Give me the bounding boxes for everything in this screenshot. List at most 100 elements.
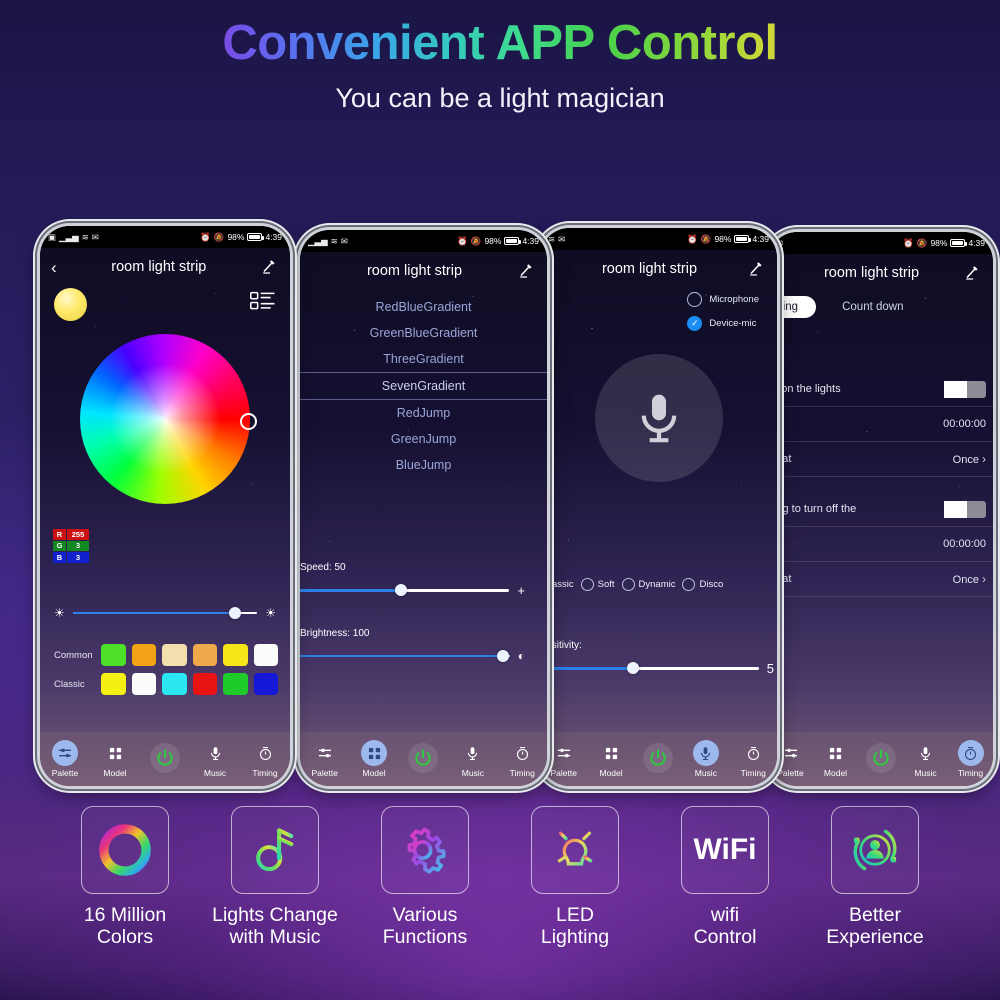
signal-icon: ▁▃▅ <box>59 231 79 242</box>
row-value: Once <box>952 454 979 466</box>
swatch[interactable] <box>223 673 248 695</box>
swatch[interactable] <box>162 644 187 666</box>
app-bar: room light strip <box>540 250 777 288</box>
mode-item[interactable]: GreenJump <box>300 426 547 452</box>
row-label: Timing to turn off the <box>768 503 857 515</box>
mode-radio-soft[interactable]: Soft <box>580 578 615 591</box>
nav-item-power[interactable] <box>401 743 445 775</box>
color-wheel[interactable] <box>80 334 257 504</box>
signal-icon: ▁▃▅ <box>308 235 328 246</box>
mode-radio-dynamic[interactable]: Dynamic <box>621 578 675 591</box>
swatch[interactable] <box>192 644 218 666</box>
speed-slider-track[interactable] <box>300 584 510 597</box>
row-repeat-on[interactable]: Repeat Once › <box>768 442 993 477</box>
nav-item-timing[interactable]: Timing <box>500 740 544 778</box>
bulb-preview-icon[interactable] <box>54 288 87 321</box>
grid-icon <box>102 740 128 766</box>
nav-item-model[interactable]: Model <box>814 740 858 778</box>
edit-pencil-icon[interactable] <box>748 260 766 278</box>
swatch[interactable] <box>101 673 126 695</box>
swatch[interactable] <box>223 644 248 666</box>
nav-item-power[interactable] <box>143 743 187 775</box>
nav-item-music[interactable]: Music <box>684 740 728 778</box>
swatch[interactable] <box>192 673 218 695</box>
music-note-icon <box>256 828 294 872</box>
timing-tabs: Timing Count down <box>768 296 993 318</box>
nav-item-model[interactable]: Model <box>589 740 633 778</box>
mode-item[interactable]: BlueJump <box>300 452 547 478</box>
toggle-switch[interactable] <box>944 380 986 398</box>
nav-item-timing[interactable]: Timing <box>243 740 287 778</box>
color-wheel-handle[interactable] <box>240 413 257 430</box>
microphone-icon <box>913 740 939 766</box>
edit-pencil-icon[interactable] <box>518 262 536 280</box>
phone-palette: ▣ ▁▃▅ ≋ ✉ ⏰ 🔕 98% 4:39 ‹ room light stri… <box>40 226 290 786</box>
sensitivity-slider-track[interactable] <box>540 662 759 675</box>
feature-icon-box <box>531 806 619 894</box>
mode-item[interactable]: RedBlueGradient <box>300 294 547 320</box>
nav-item-timing[interactable]: Timing <box>949 740 993 778</box>
chevron-right-icon: › <box>982 572 986 586</box>
tab-countdown[interactable]: Count down <box>824 296 921 318</box>
edit-pencil-icon[interactable] <box>261 258 279 276</box>
brightness-half-icon: ◐ <box>517 649 525 663</box>
nav-item-music[interactable]: Music <box>193 740 237 778</box>
row-time-off[interactable]: Time 00:00:00 <box>768 527 993 562</box>
mode-radio-disco[interactable]: Disco <box>682 578 723 591</box>
swatch[interactable] <box>253 673 278 695</box>
mode-item[interactable]: RedJump <box>300 400 547 426</box>
swatch[interactable] <box>253 644 278 666</box>
row-turn-off-lights[interactable]: Timing to turn off the <box>768 492 993 527</box>
timer-icon <box>509 740 535 766</box>
sensitivity-slider-thumb[interactable] <box>626 662 639 675</box>
plus-icon[interactable]: + <box>517 583 525 598</box>
nav-label: Music <box>694 768 717 778</box>
status-bar: ▣ ▁▃▅ ≋ ✉ ⏰ 🔕 98% 4:39 <box>40 226 290 248</box>
rgb-g-value: 3 <box>67 540 89 551</box>
nav-item-music[interactable]: Music <box>904 740 948 778</box>
wifi-icon: ≋ <box>548 233 556 244</box>
mode-item[interactable]: ThreeGradient <box>300 346 547 372</box>
nav-item-palette[interactable]: Palette <box>303 740 347 778</box>
nav-label: Timing <box>740 768 766 778</box>
rgb-r-key: R <box>53 529 66 540</box>
feature-label: wifi Control <box>693 904 757 949</box>
edit-pencil-icon[interactable] <box>964 264 982 282</box>
row-repeat-off[interactable]: Repeat Once › <box>768 562 993 597</box>
nav-label: Music <box>203 768 227 778</box>
nav-item-model[interactable]: Model <box>93 740 137 778</box>
mute-icon: 🔕 <box>470 235 482 246</box>
speed-label: Speed: 50 <box>300 562 346 573</box>
speed-slider-group: Speed: 50 + <box>300 562 525 598</box>
wifi-icon: ≋ <box>330 235 338 246</box>
row-label: Turn on the lights <box>768 383 841 395</box>
nav-item-power[interactable] <box>859 743 903 775</box>
swatch[interactable] <box>131 673 157 695</box>
scene-list-icon[interactable] <box>250 290 276 312</box>
sliders-icon <box>551 740 577 766</box>
radio-device-mic[interactable]: ✓ Device-mic <box>687 316 759 331</box>
mode-item-selected[interactable]: SevenGradient <box>300 372 547 400</box>
nav-item-music[interactable]: Music <box>451 740 495 778</box>
status-bar: ▁▃▅ ≋ ✉ ⏰ 🔕 98% 4:39 <box>300 230 547 252</box>
brightness-slider-track[interactable] <box>300 649 510 662</box>
nav-item-palette[interactable]: Palette <box>43 740 87 778</box>
nav-item-timing[interactable]: Timing <box>731 740 775 778</box>
toggle-switch[interactable] <box>944 500 986 518</box>
mode-item[interactable]: GreenBlueGradient <box>300 320 547 346</box>
microphone-icon <box>202 740 228 766</box>
mic-button[interactable] <box>594 354 723 482</box>
brightness-slider-track[interactable] <box>72 606 258 619</box>
radio-microphone[interactable]: Microphone <box>687 292 759 307</box>
speed-slider-thumb[interactable] <box>394 584 407 597</box>
swatch[interactable] <box>101 644 126 666</box>
row-time-on[interactable]: Time 00:00:00 <box>768 407 993 442</box>
row-turn-on-lights[interactable]: Turn on the lights <box>768 372 993 407</box>
brightness-slider-thumb[interactable] <box>497 649 510 662</box>
swatch[interactable] <box>162 673 187 695</box>
nav-item-model[interactable]: Model <box>352 740 396 778</box>
nav-item-power[interactable] <box>636 743 680 775</box>
nav-item-palette[interactable]: Palette <box>542 740 586 778</box>
swatch[interactable] <box>131 644 157 666</box>
brightness-slider-thumb[interactable] <box>229 606 242 619</box>
